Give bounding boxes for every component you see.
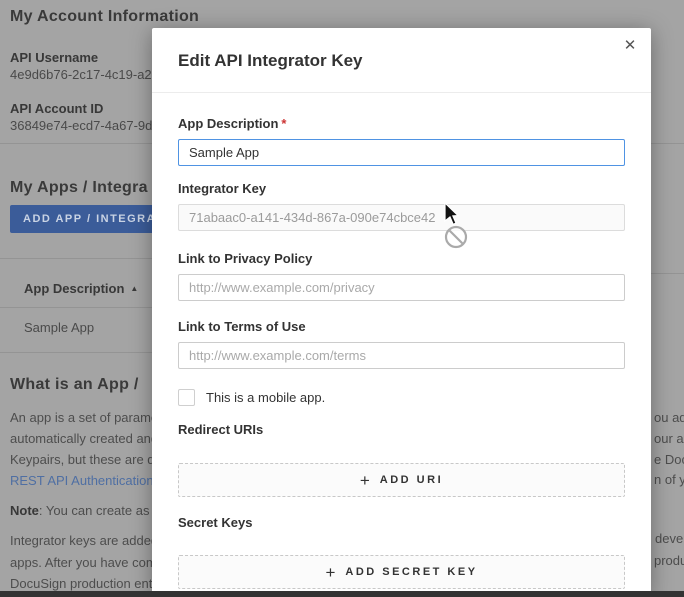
note-label: Note bbox=[10, 503, 39, 518]
add-uri-button-label: ADD URI bbox=[380, 474, 443, 486]
plus-icon: + bbox=[325, 564, 335, 581]
screen: My Account Information API Username 4e9d… bbox=[0, 0, 684, 597]
modal-title: Edit API Integrator Key bbox=[178, 51, 363, 71]
rest-api-authentication-link[interactable]: REST API Authentication bbox=[10, 473, 154, 488]
integrator-key-label: Integrator Key bbox=[178, 181, 625, 196]
app-description-input[interactable] bbox=[178, 139, 625, 166]
note-text: : You can create as bbox=[39, 503, 150, 518]
sort-ascending-icon: ▲ bbox=[130, 284, 138, 293]
table-header-app-description[interactable]: App Description ▲ bbox=[24, 280, 138, 298]
intro-paragraph-line: Keypairs, but these are d bbox=[10, 452, 155, 467]
right-text-fragment: ou ad bbox=[654, 410, 684, 425]
add-app-integrator-key-button[interactable]: ADD APP / INTEGRAT bbox=[10, 205, 170, 233]
app-description-label: App Description* bbox=[178, 116, 625, 131]
mobile-app-checkbox[interactable] bbox=[178, 389, 195, 406]
page-title: My Account Information bbox=[10, 8, 199, 26]
keys-paragraph-line: DocuSign production ent bbox=[10, 576, 152, 591]
apps-section-heading: My Apps / Integra bbox=[10, 179, 148, 197]
right-text-fragment: n of yo bbox=[654, 472, 684, 487]
redirect-uris-label: Redirect URIs bbox=[178, 422, 625, 437]
api-username-value: 4e9d6b76-2c17-4c19-a2 bbox=[10, 67, 152, 82]
keys-paragraph-line: apps. After you have com bbox=[10, 555, 157, 570]
right-table-divider bbox=[651, 273, 684, 274]
plus-icon: + bbox=[360, 472, 370, 489]
privacy-policy-label: Link to Privacy Policy bbox=[178, 251, 625, 266]
keys-paragraph-line: Integrator keys are added bbox=[10, 533, 158, 548]
right-text-fragment: e Docu bbox=[654, 452, 684, 467]
add-secret-key-button[interactable]: + ADD SECRET KEY bbox=[178, 555, 625, 589]
modal-body: App Description* Integrator Key Link to … bbox=[152, 116, 651, 589]
secret-keys-label: Secret Keys bbox=[178, 515, 625, 530]
intro-paragraph-line: An app is a set of parame bbox=[10, 410, 158, 425]
edit-api-integrator-key-modal: Edit API Integrator Key ✕ App Descriptio… bbox=[152, 28, 651, 597]
table-top-divider bbox=[0, 258, 152, 259]
bottom-bar bbox=[0, 591, 684, 597]
right-text-fragment: our ap bbox=[654, 431, 684, 446]
intro-paragraph-line: automatically created and bbox=[10, 431, 158, 446]
note-line: Note: You can create as bbox=[10, 503, 149, 518]
modal-header: Edit API Integrator Key ✕ bbox=[152, 28, 651, 93]
integrator-key-input bbox=[178, 204, 625, 231]
table-header-divider bbox=[0, 307, 152, 308]
what-section-divider bbox=[0, 352, 152, 353]
add-uri-button[interactable]: + ADD URI bbox=[178, 463, 625, 497]
api-account-id-label: API Account ID bbox=[10, 101, 103, 116]
app-description-label-text: App Description bbox=[178, 116, 278, 131]
table-header-label: App Description bbox=[24, 281, 124, 296]
table-row-sample-app[interactable]: Sample App bbox=[24, 320, 94, 335]
terms-of-use-input[interactable] bbox=[178, 342, 625, 369]
mobile-app-checkbox-label: This is a mobile app. bbox=[206, 390, 325, 405]
add-secret-key-button-label: ADD SECRET KEY bbox=[345, 566, 477, 578]
close-icon[interactable]: ✕ bbox=[618, 34, 642, 58]
mobile-app-checkbox-row: This is a mobile app. bbox=[178, 389, 625, 406]
right-text-fragment: deve bbox=[655, 531, 683, 546]
required-asterisk: * bbox=[281, 116, 286, 131]
right-text-fragment: produ bbox=[654, 553, 684, 568]
privacy-policy-input[interactable] bbox=[178, 274, 625, 301]
api-username-label: API Username bbox=[10, 50, 98, 65]
terms-of-use-label: Link to Terms of Use bbox=[178, 319, 625, 334]
api-account-id-value: 36849e74-ecd7-4a67-9d bbox=[10, 118, 152, 133]
what-is-app-heading: What is an App / bbox=[10, 376, 139, 394]
